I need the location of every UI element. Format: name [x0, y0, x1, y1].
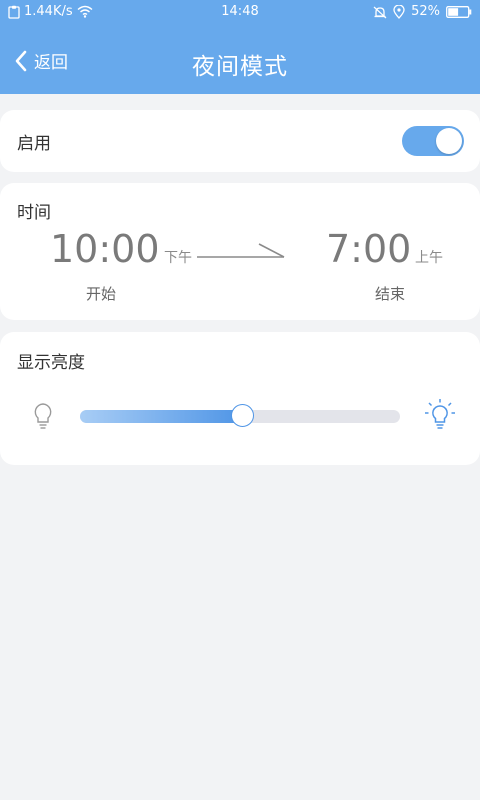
battery-percent: 52%	[411, 4, 440, 19]
end-label: 结束	[375, 285, 406, 303]
location-icon	[393, 4, 405, 19]
slider-fill	[80, 410, 243, 423]
brightness-card: 显示亮度	[0, 332, 480, 465]
end-time[interactable]: 7:00	[326, 227, 411, 271]
bulb-bright-icon	[425, 399, 455, 429]
time-label: 时间	[17, 203, 51, 223]
slider-thumb[interactable]	[231, 404, 254, 427]
page-title: 夜间模式	[192, 54, 288, 80]
start-label: 开始	[86, 285, 117, 303]
start-time[interactable]: 10:00	[50, 227, 160, 271]
brightness-slider[interactable]	[80, 404, 400, 427]
status-right: 52%	[373, 4, 472, 19]
brightness-label: 显示亮度	[17, 353, 85, 373]
time-card: 时间 10:00 下午 开始 7:00 上午 结束	[0, 183, 480, 320]
start-period: 下午	[164, 250, 192, 266]
enable-label: 启用	[17, 134, 51, 154]
range-arrow-icon	[197, 243, 285, 258]
end-period: 上午	[415, 250, 443, 266]
app-bar: 返回 夜间模式	[0, 26, 480, 94]
enable-toggle[interactable]	[402, 126, 464, 156]
bulb-dim-icon	[34, 403, 52, 429]
battery-icon	[446, 5, 472, 18]
alarm-icon	[373, 6, 387, 18]
enable-card: 启用	[0, 110, 480, 172]
status-bar: 1.44K/s 14:48 52%	[0, 0, 480, 26]
toggle-knob	[436, 128, 462, 154]
